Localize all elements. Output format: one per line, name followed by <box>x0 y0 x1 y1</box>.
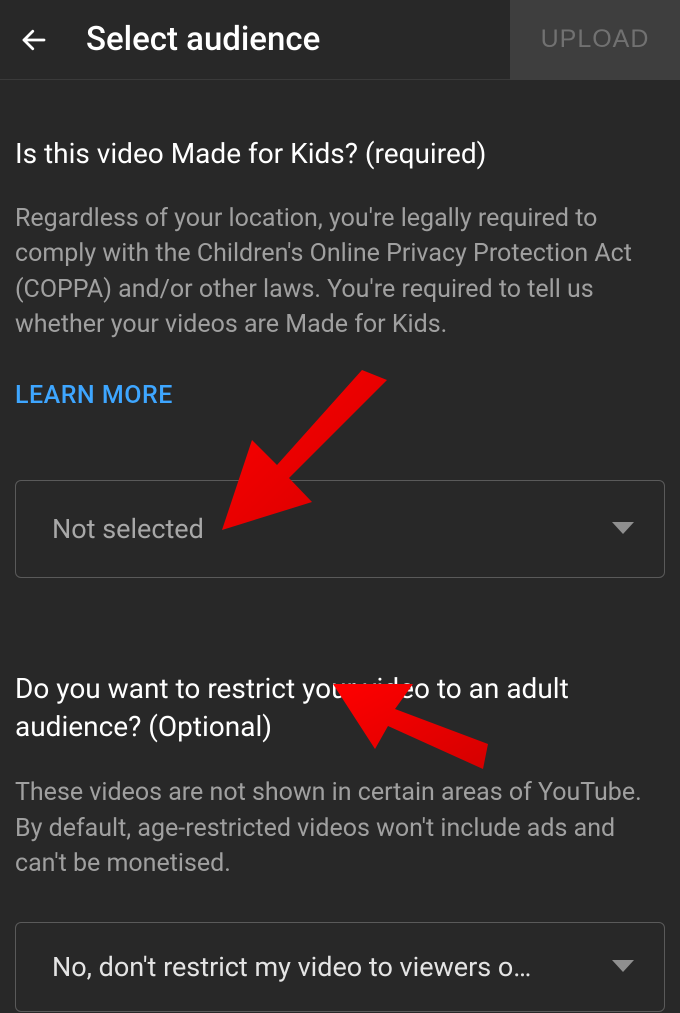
age-restrict-dropdown-value: No, don't restrict my video to viewers o… <box>52 951 600 983</box>
age-restrict-dropdown[interactable]: No, don't restrict my video to viewers o… <box>15 922 665 1012</box>
made-for-kids-description: Regardless of your location, you're lega… <box>15 201 665 343</box>
age-restrict-heading: Do you want to restrict your video to an… <box>15 670 665 746</box>
arrow-left-icon <box>19 25 49 55</box>
age-restrict-description: These videos are not shown in certain ar… <box>15 775 665 882</box>
made-for-kids-dropdown[interactable]: Not selected <box>15 480 665 578</box>
chevron-down-icon <box>612 522 634 536</box>
content-area: Is this video Made for Kids? (required) … <box>0 80 680 1012</box>
learn-more-link[interactable]: LEARN MORE <box>15 381 173 410</box>
made-for-kids-heading: Is this video Made for Kids? (required) <box>15 135 665 173</box>
page-title: Select audience <box>86 20 510 59</box>
chevron-down-icon <box>612 960 634 974</box>
made-for-kids-dropdown-value: Not selected <box>52 513 600 545</box>
back-button[interactable] <box>10 16 58 64</box>
header: Select audience UPLOAD <box>0 0 680 80</box>
upload-button[interactable]: UPLOAD <box>510 0 680 80</box>
